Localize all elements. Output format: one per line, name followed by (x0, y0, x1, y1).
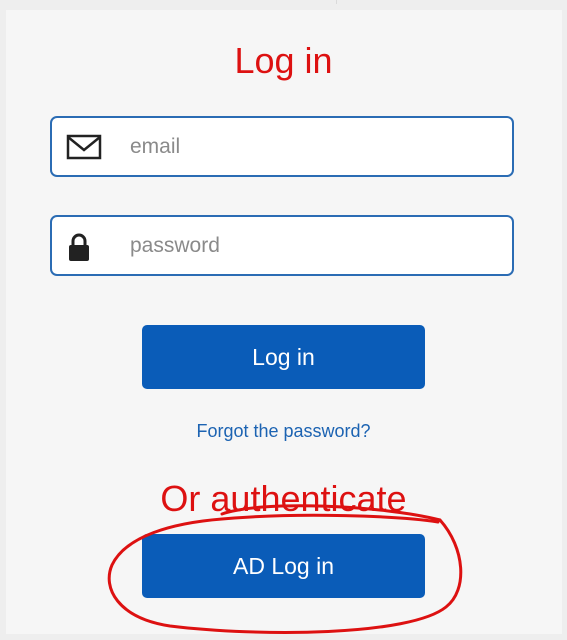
email-field[interactable] (50, 116, 514, 177)
login-button[interactable]: Log in (142, 325, 425, 389)
annotation-text: Or authenticate (160, 478, 407, 519)
ad-login-button[interactable]: AD Log in (142, 534, 425, 598)
lock-icon (67, 232, 105, 261)
email-input[interactable] (130, 126, 500, 168)
password-field[interactable] (50, 215, 514, 276)
password-input[interactable] (130, 225, 500, 267)
mail-icon (66, 134, 104, 162)
page-title: Log in (234, 40, 333, 81)
top-divider (336, 0, 337, 4)
forgot-password-link[interactable]: Forgot the password? (0, 421, 567, 442)
